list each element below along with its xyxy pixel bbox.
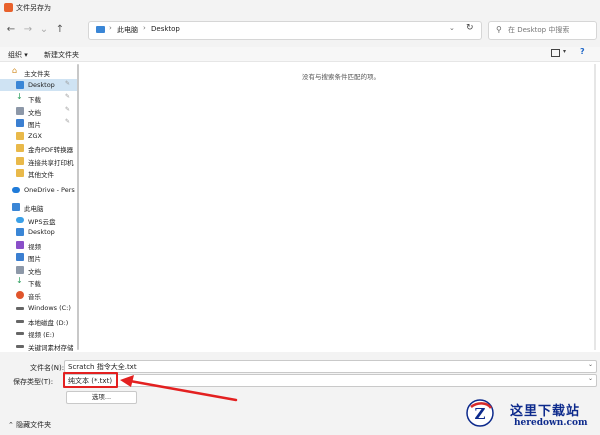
pin-icon: ✎: [65, 80, 71, 87]
folder-icon: [16, 132, 24, 140]
folder-icon: [16, 144, 24, 152]
breadcrumb-desktop[interactable]: Desktop: [151, 25, 180, 33]
up-icon[interactable]: ↑: [54, 23, 66, 37]
sidebar-item-onedrive[interactable]: OneDrive - Pers: [0, 184, 77, 196]
chevron-right-icon: ›: [143, 24, 146, 32]
sidebar-item-desktop[interactable]: Desktop ✎: [0, 79, 77, 91]
sidebar-item-zgx[interactable]: ZGX: [0, 130, 77, 142]
view-dropdown-icon[interactable]: ▾: [563, 48, 566, 55]
folder-icon: [16, 157, 24, 165]
pin-icon: ✎: [65, 93, 71, 100]
home-icon: ⌂: [12, 66, 18, 75]
watermark-logo-icon: Z: [466, 399, 494, 427]
sidebar-item-pdf-converter[interactable]: 金舟PDF转换器: [0, 142, 77, 154]
toolbar: [0, 47, 600, 62]
sidebar-item-desktop-2[interactable]: Desktop: [0, 226, 77, 238]
sidebar-item-keyword-storage[interactable]: 关键词素材存储: [0, 340, 77, 352]
computer-icon: [12, 203, 20, 211]
refresh-icon[interactable]: ↻: [466, 23, 474, 33]
view-icon[interactable]: [551, 49, 560, 57]
forward-icon[interactable]: →: [22, 23, 34, 37]
chevron-up-icon: ⌃: [8, 421, 14, 429]
chevron-down-icon[interactable]: ⌄: [38, 23, 50, 37]
hide-folders-toggle[interactable]: ⌃ 隐藏文件夹: [8, 420, 51, 430]
pin-icon: ✎: [65, 106, 71, 113]
watermark-site-url: heredown.com: [514, 418, 588, 428]
breadcrumb-this-pc[interactable]: 此电脑: [117, 25, 138, 35]
title-bar: [0, 0, 600, 15]
drive-icon: [16, 345, 24, 348]
sidebar-item-videos[interactable]: 视频: [0, 239, 77, 251]
drive-icon: [16, 332, 24, 335]
sidebar-item-drive-e[interactable]: 视频 (E:): [0, 327, 77, 339]
download-icon: ↓: [16, 276, 23, 285]
sidebar-item-home[interactable]: ⌂ 主文件夹: [0, 66, 77, 78]
sidebar-item-pictures-2[interactable]: 图片: [0, 251, 77, 263]
sidebar-item-drive-d[interactable]: 本地磁盘 (D:): [0, 315, 77, 327]
sidebar-item-documents[interactable]: 文档 ✎: [0, 105, 77, 117]
picture-icon: [16, 119, 24, 127]
filename-label: 文件名(N):: [30, 364, 65, 372]
watermark-site-name: 这里下载站: [510, 404, 581, 419]
sidebar-item-other-files[interactable]: 其他文件: [0, 167, 77, 179]
sidebar-item-downloads-2[interactable]: ↓ 下载: [0, 276, 77, 288]
sidebar-item-wps-cloud[interactable]: WPS云盘: [0, 214, 77, 226]
chevron-right-icon: ›: [109, 24, 112, 32]
organize-button[interactable]: 组织 ▾: [8, 50, 28, 60]
back-icon[interactable]: ←: [5, 23, 17, 37]
search-placeholder: 在 Desktop 中搜索: [508, 26, 570, 34]
pin-icon: ✎: [65, 118, 71, 125]
app-icon: [4, 3, 13, 12]
drive-icon: [16, 320, 24, 323]
computer-icon: [96, 26, 105, 33]
new-folder-button[interactable]: 新建文件夹: [44, 50, 79, 60]
music-icon: [16, 291, 24, 299]
main-scrollbar[interactable]: [594, 64, 596, 350]
document-icon: [16, 266, 24, 274]
document-icon: [16, 107, 24, 115]
sidebar-item-shared-printer[interactable]: 连接共享打印机: [0, 155, 77, 167]
video-icon: [16, 241, 24, 249]
cloud-icon: [16, 217, 24, 223]
sidebar-item-music[interactable]: 音乐: [0, 289, 77, 301]
address-bar[interactable]: [88, 21, 482, 40]
hide-folders-label: 隐藏文件夹: [16, 421, 52, 429]
sidebar-item-pictures[interactable]: 图片 ✎: [0, 117, 77, 129]
cloud-icon: [12, 187, 20, 193]
chevron-down-icon[interactable]: ⌄: [588, 375, 593, 382]
help-icon[interactable]: ?: [580, 47, 585, 56]
sidebar-item-documents-2[interactable]: 文档: [0, 264, 77, 276]
svg-text:Z: Z: [475, 405, 486, 423]
empty-results-message: 没有与搜索条件匹配的项。: [302, 73, 380, 81]
highlight-arrow: [120, 375, 238, 402]
filename-value: Scratch 指令大全.txt: [68, 363, 137, 371]
highlight-box: [63, 372, 118, 388]
sidebar-item-downloads[interactable]: ↓ 下载 ✎: [0, 92, 77, 104]
window-title: 文件另存为: [16, 4, 51, 12]
address-dropdown-icon[interactable]: ⌄: [449, 24, 455, 32]
filetype-label: 保存类型(T):: [13, 378, 54, 386]
folder-icon: [16, 169, 24, 177]
download-icon: ↓: [16, 92, 23, 101]
search-icon: ⚲: [496, 25, 502, 34]
sidebar-scrollbar[interactable]: [77, 64, 79, 350]
chevron-down-icon[interactable]: ⌄: [588, 361, 593, 368]
desktop-folder-icon: [16, 228, 24, 236]
drive-icon: [16, 307, 24, 310]
picture-icon: [16, 253, 24, 261]
sidebar-item-this-pc[interactable]: 此电脑: [0, 201, 77, 213]
desktop-folder-icon: [16, 81, 24, 89]
sidebar-item-drive-c[interactable]: Windows (C:): [0, 302, 77, 314]
